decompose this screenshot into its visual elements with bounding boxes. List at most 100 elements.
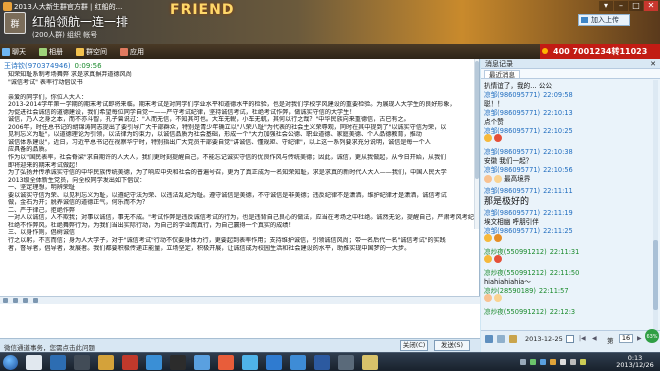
message-line: 为了弘扬并传承诚实守信的中华民族传统美德，为了响应中央和社会的普遍号召，更为了真… [8,169,447,177]
taskbar-qq-icon[interactable] [194,355,210,370]
taskbar-explorer-icon[interactable] [26,355,42,370]
history-emoji-row [484,255,504,263]
page-label: 第 [607,337,614,345]
next-page-icon[interactable]: ▶ [637,335,642,342]
close-button[interactable]: 关闭(C) [400,340,428,351]
history-scrollbar[interactable] [653,80,658,330]
emoji-icon [494,255,502,263]
prev-page-icon[interactable]: ◀ [592,335,597,342]
page-number-input[interactable]: 16 [619,334,633,343]
group-avatar[interactable]: 群 [4,12,26,34]
upload-icon [581,17,588,23]
image-icon[interactable] [23,298,28,303]
message-line: 者，督导者，倡导者，发展者。我们都要积极传递正能量，立场坚定，积极开展，让诚信成… [8,244,411,252]
history-time: 22:11:50 [549,269,580,277]
start-button[interactable] [3,355,18,370]
history-time: 22:11:31 [549,248,580,256]
taskbar-ie-icon[interactable] [146,355,162,370]
taskbar-clock[interactable]: 0:13 2013/12/26 [612,355,658,369]
minimize-icon[interactable]: – [614,1,628,11]
message-line: 即将迎来的期末考试做起！ [8,161,82,169]
toolbar-item-apps[interactable]: 应用 [120,47,144,57]
taskbar-music-icon[interactable] [218,355,234,370]
message-line: 见利忘义为耻"，以道德理论为引领，以法律为约束力，以诚信品质为社会基础，形成一个… [8,131,422,139]
taskbar-notes-icon[interactable] [362,355,378,370]
history-sender[interactable]: 凉炒夜(550991212) [484,308,547,316]
history-panel: 消息记录 ✕ 最近消息 扒情谊了，我的… 公公 凉邹(986095771) 22:0… [481,59,660,352]
network-pct: 63% [646,334,657,340]
toolbar-item-chat[interactable]: 聊天 [2,47,26,57]
taskbar-qq-window-icon[interactable] [290,355,306,370]
emoji-icon [494,294,502,302]
filter-icon[interactable] [485,335,493,343]
window-controls: ▾ – □ ✕ [599,1,658,11]
tray-network-icon[interactable] [560,359,566,365]
windows-taskbar: 0:13 2013/12/26 [0,352,660,371]
message-line: 一、坚定理想，明辨荣耻 [8,184,76,192]
tray-ime-icon[interactable] [520,359,526,365]
calendar-icon[interactable] [566,335,574,343]
emoji-icon [494,134,502,142]
folder-icon[interactable] [509,335,517,343]
input-bottom-bar: 微信通道事务，您需点击此问题 关闭(C) 发送(S) [0,338,480,352]
emoji-icon [484,234,492,242]
history-time: 22:10:25 [543,127,573,135]
font-icon[interactable] [3,298,8,303]
history-footer: 2013-12-25 |◀ ◀ 第 16 ▶ ▶| [481,330,660,352]
tray-qq-icon[interactable] [540,359,546,365]
tab-recent-messages[interactable]: 最近消息 [484,70,520,79]
taskbar-ppt-icon[interactable] [266,355,282,370]
ad-banner[interactable]: 400 7001234转11023 [540,44,660,59]
close-history-icon[interactable]: ✕ [650,59,656,69]
emoji-icon [484,175,492,183]
search-history-icon[interactable] [497,335,505,343]
group-subtitle: (200人群) 组织 帐号 [32,31,98,39]
message-line: 诚信，乃人之身之本，而不亦斗智，孔子曾说过："人而无信，不知其可也。大车无輗，小… [8,116,410,124]
tray-flag-icon[interactable] [580,359,586,365]
scrollbar-thumb[interactable] [475,61,479,179]
message-sender[interactable]: 王诗钦(970374946) [4,62,71,70]
skin-icon[interactable]: ▾ [599,1,613,11]
message-line: 做，金石为开；脱养诚信的道德正气，何乐而不为？ [8,199,149,207]
taskbar-tool-icon[interactable] [242,355,258,370]
history-list[interactable]: 扒情谊了，我的… 公公 凉邹(986095771) 22:09:58 聪！！ 凉邹(98… [484,80,652,330]
message-line: "诚信考试" 表率行动倡议书 [8,78,83,86]
screenshot-icon[interactable] [33,298,38,303]
close-icon[interactable]: ✕ [644,1,658,11]
taskbar-word-icon[interactable] [314,355,330,370]
upload-button[interactable]: 加入上传 [578,14,630,26]
qq-group-chat-window: 2013人大新生群官方群 | 红船的... 群 红船领航一连一排 (200人群)… [0,0,660,352]
maximize-icon[interactable]: □ [629,1,643,11]
notice-text[interactable]: 微信通道事务，您需点击此问题 [4,342,95,352]
chat-scrollbar[interactable] [474,59,479,229]
taskbar-media-icon[interactable] [74,355,90,370]
chat-area[interactable]: 王诗钦(970374946) 0:09:56 知荣知耻系制考场舞弊 求是求真摒弃道… [0,59,480,338]
taskbar-app-icon[interactable] [122,355,138,370]
history-date[interactable]: 2013-12-25 [525,335,563,343]
history-header: 消息记录 ✕ [481,59,660,69]
tray-security-icon[interactable] [530,359,536,365]
taskbar-player-icon[interactable] [170,355,186,370]
taskbar-misc-icon[interactable] [338,355,354,370]
first-page-icon[interactable]: |◀ [579,335,586,342]
title-bar[interactable]: 2013人大新生群官方群 | 红船的... 群 红船领航一连一排 (200人群)… [0,0,660,44]
message-line: 杜绝不作弊风，杜绝舞弊行为，为我们当出实际行动，为自己的学业而真行，为自己赢得一… [8,221,295,229]
message-header: 王诗钦(970374946) 0:09:56 [4,61,102,71]
history-scroll-thumb[interactable] [653,240,658,310]
message-input[interactable] [0,304,480,338]
emoji-icon [494,175,502,183]
taskbar-folder-icon[interactable] [98,355,114,370]
tray-app-icon[interactable] [550,359,556,365]
tray-volume-icon[interactable] [570,359,576,365]
send-button[interactable]: 发送(S) [434,340,470,351]
message-line: 2013级全体新生党员，向全校同学发出如下倡议： [8,176,146,184]
message-line [8,86,474,94]
toolbar-item-space[interactable]: 群空间 [76,47,107,57]
emoji-icon[interactable] [13,298,18,303]
toolbar-item-album[interactable]: 相册 [39,47,63,57]
network-meter: 63% [645,329,659,343]
history-time: 22:12:3 [549,308,576,316]
history-emoji-row [484,294,504,302]
message-line: 作为以"国民表率，社会脊梁"求自期许的人大人，我们更时刻提醒自己，不能忘记诚实守… [8,154,447,162]
taskbar-browser-icon[interactable] [50,355,66,370]
